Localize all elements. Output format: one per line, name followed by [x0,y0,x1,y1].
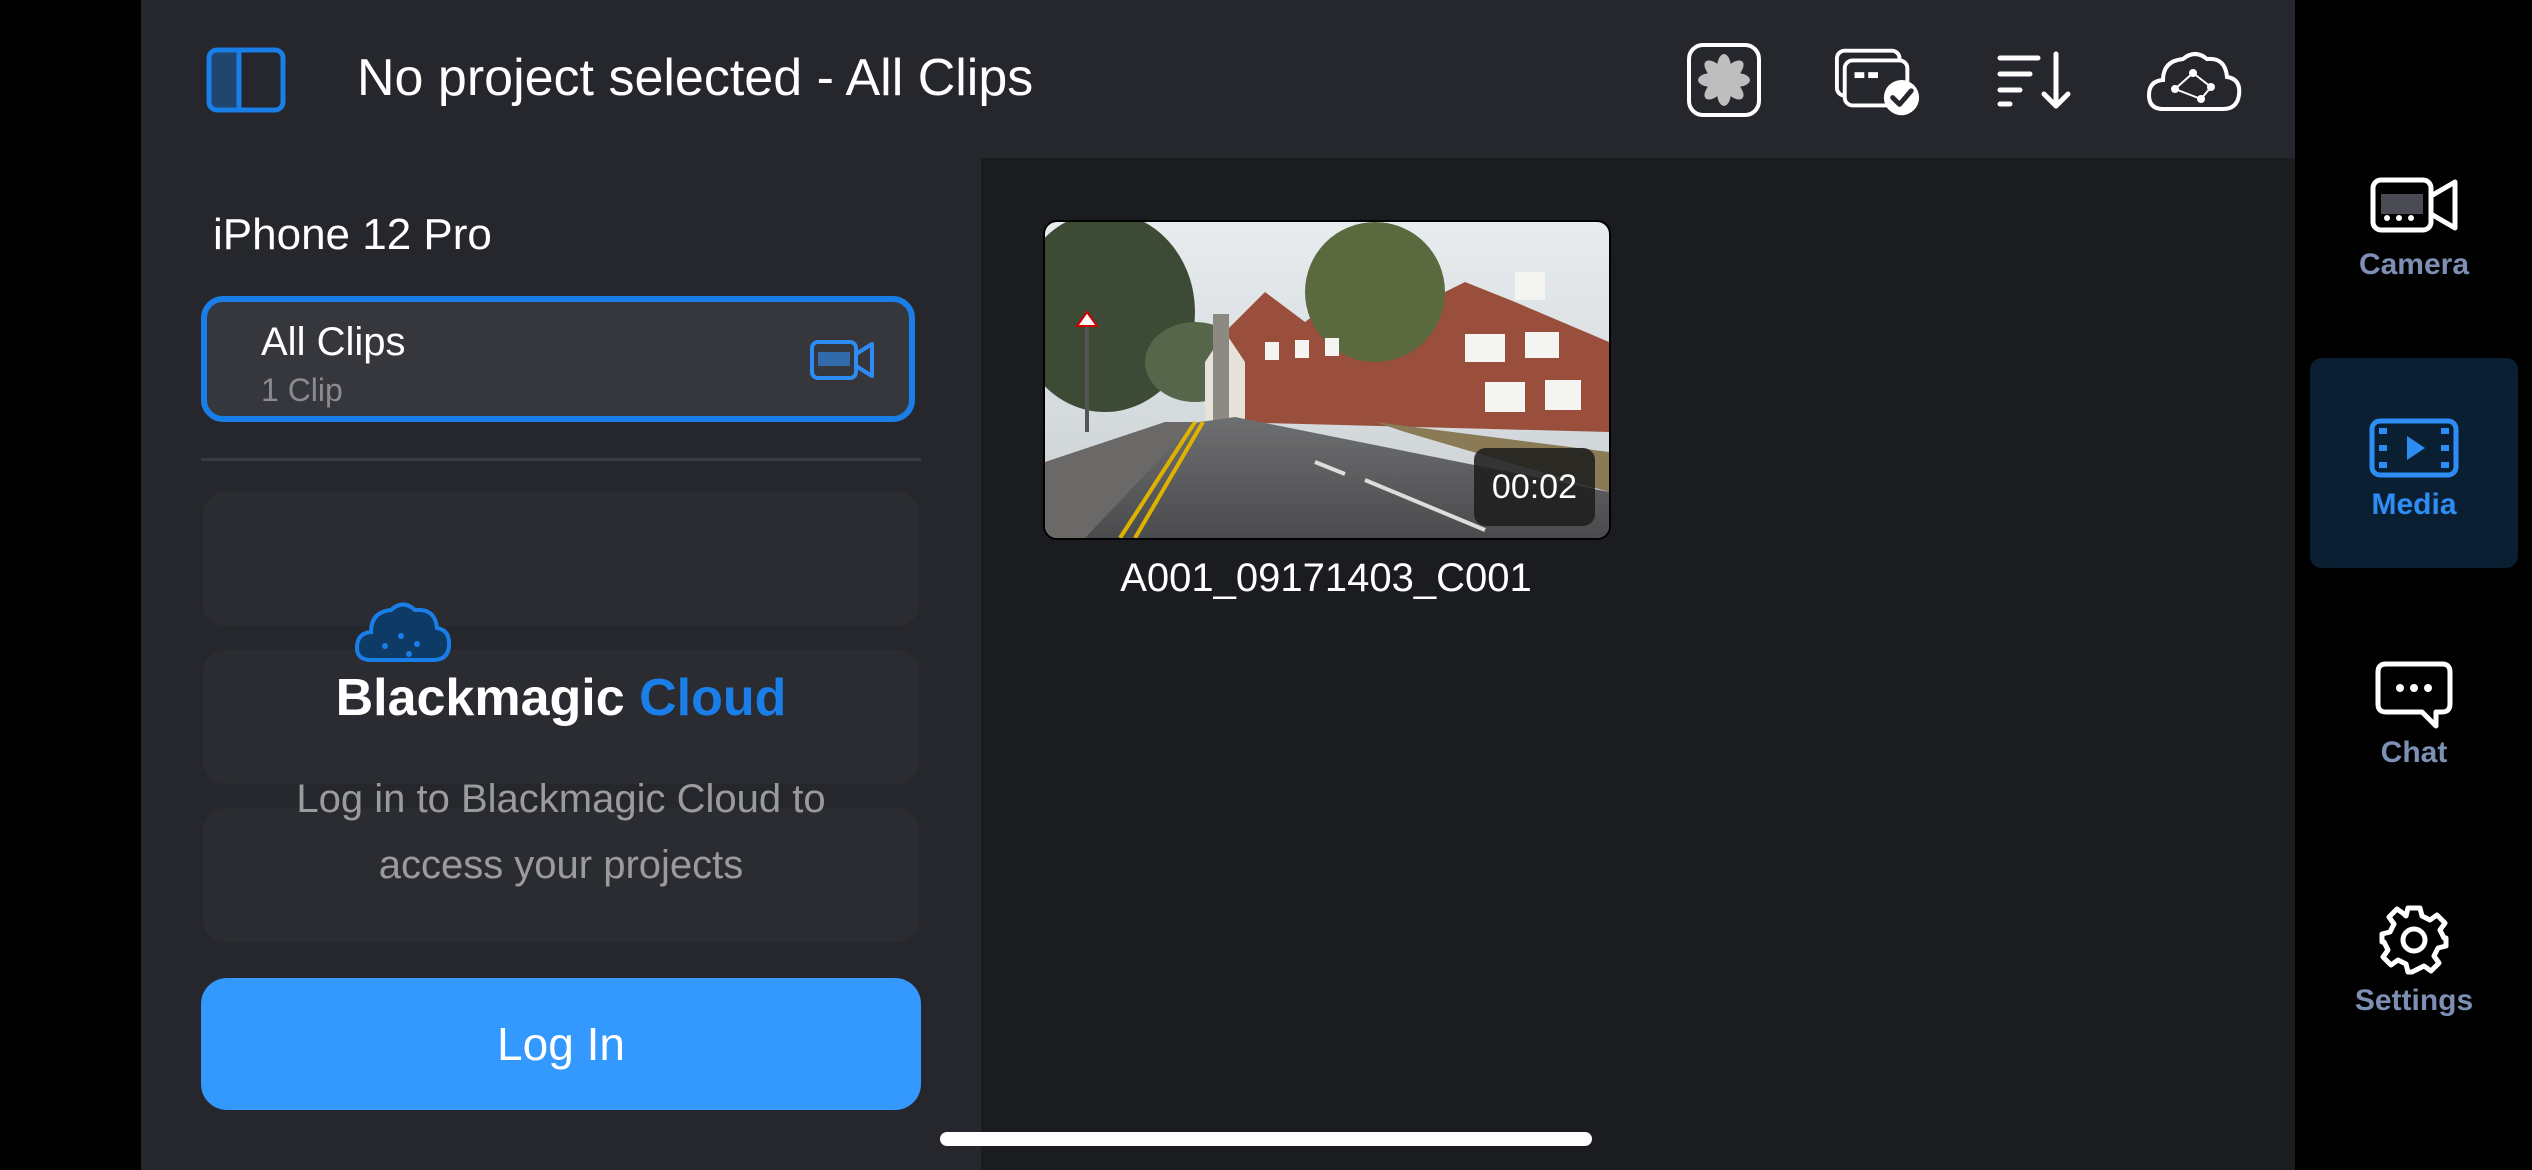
select-clips-icon [1834,48,1920,116]
all-clips-count: 1 Clip [261,372,343,408]
gear-icon [2379,905,2449,975]
divider [201,458,921,461]
clip-name: A001_09171403_C001 [1120,556,1532,600]
sort-button[interactable] [1989,40,2079,120]
media-icon [2369,418,2459,478]
left-panel: iPhone 12 Pro All Clips 1 Clip Blackmagi… [141,158,981,1170]
blackmagic-cloud-icon [354,602,452,662]
header-bar: No project selected - All Clips [141,0,2295,158]
blackmagic-cloud-title: Blackmagic Cloud [141,668,981,728]
nav-media-label: Media [2371,488,2457,521]
photos-icon [1687,43,1761,117]
nav-chat-label: Chat [2380,736,2448,769]
camera-icon [810,340,874,380]
brand-cloud: Cloud [639,669,787,727]
page-title: No project selected - All Clips [357,49,1034,107]
nav-settings-label: Settings [2354,984,2474,1017]
side-navigation: Camera Media Chat Settings [2295,0,2532,1170]
all-clips-label: All Clips [261,320,406,364]
nav-settings[interactable]: Settings [2310,890,2518,1100]
project-placeholder [203,492,919,626]
clip-thumbnail[interactable]: 00:02 [1043,220,1611,540]
login-button[interactable]: Log In [201,978,921,1110]
camera-icon [2370,177,2458,233]
photos-import-button[interactable] [1679,40,1769,120]
brand-name: Blackmagic [335,669,625,727]
select-clips-button[interactable] [1833,40,1923,120]
cloud-network-icon [2146,52,2242,111]
device-name: iPhone 12 Pro [213,210,492,259]
all-clips-item[interactable]: All Clips 1 Clip [201,296,915,422]
login-message: Log in to Blackmagic Cloud to access you… [296,777,826,887]
sidebar-toggle-icon[interactable] [206,47,286,113]
clip-duration: 00:02 [1473,448,1595,526]
nav-media[interactable]: Media [2310,358,2518,568]
nav-chat[interactable]: Chat [2310,640,2518,850]
app-window: No project selected - All Clips iPhone 1… [141,0,2295,1170]
nav-camera-label: Camera [2358,248,2470,281]
cloud-button[interactable] [2141,40,2247,120]
sort-icon [1997,51,2071,109]
nav-camera[interactable]: Camera [2310,148,2518,358]
chat-icon [2375,661,2453,729]
home-indicator[interactable] [940,1132,1592,1146]
